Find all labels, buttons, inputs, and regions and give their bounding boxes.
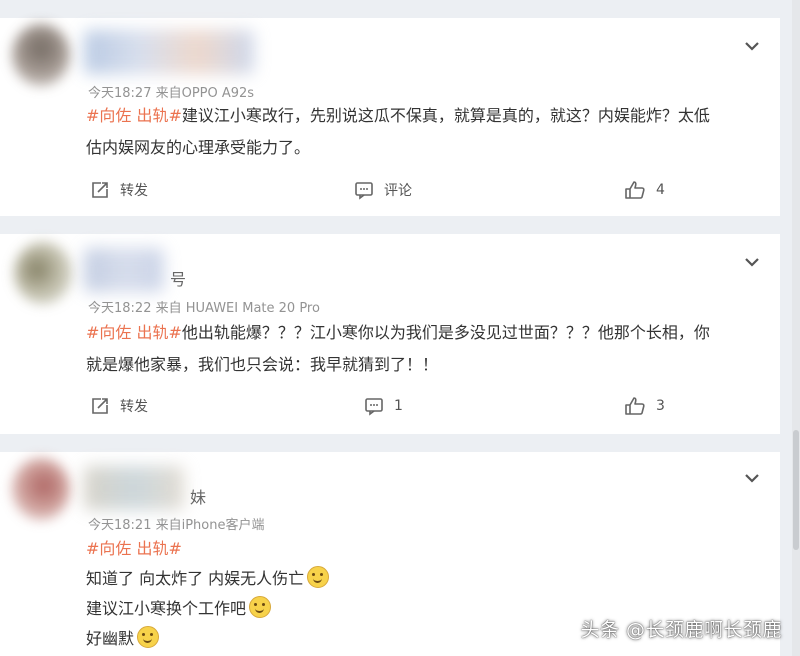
comment-text: #向佐 出轨#他出轨能爆？？？江小寒你以为我们是多没见过世面？？？他那个长相，你…: [86, 317, 756, 381]
comment-card: 今天18:27 来自OPPO A92s #向佐 出轨#建议江小寒改行，先别说这瓜…: [0, 18, 780, 216]
repost-label: 转发: [120, 183, 148, 199]
username-suffix: 妹: [190, 488, 207, 507]
chevron-down-icon[interactable]: [740, 466, 764, 490]
comment-meta: 今天18:27 来自OPPO A92s: [88, 86, 255, 101]
comment-line: 他出轨能爆？？？江小寒你以为我们是多没见过世面？？？他那个长相，你: [181, 323, 710, 342]
comment-line: 建议江小寒改行，先别说这瓜不保真，就算是真的，就这？内娱能炸？太低: [181, 106, 710, 125]
chevron-down-icon[interactable]: [740, 250, 764, 274]
repost-icon: [92, 398, 108, 414]
thumbs-up-icon: [625, 181, 645, 199]
smile-emoji-icon: [249, 596, 272, 618]
like-count: 3: [656, 398, 665, 414]
repost-button[interactable]: 转发: [90, 396, 148, 416]
comment-button[interactable]: 评论: [354, 180, 412, 200]
username-blurred[interactable]: [84, 248, 164, 292]
username-suffix: 号: [170, 270, 187, 289]
action-bar: 转发 评论 4: [86, 180, 676, 206]
scrollbar-thumb[interactable]: [793, 430, 799, 550]
like-count: 4: [656, 182, 665, 198]
like-button[interactable]: 3: [624, 396, 665, 416]
repost-label: 转发: [120, 399, 148, 415]
comment-line: 建议江小寒换个工作吧: [86, 599, 247, 618]
comment-card: 号 今天18:22 来自 HUAWEI Mate 20 Pro #向佐 出轨#他…: [0, 234, 780, 434]
chevron-down-icon[interactable]: [740, 34, 764, 58]
smile-emoji-icon: [137, 626, 160, 648]
page-scrollbar[interactable]: [792, 0, 800, 656]
avatar[interactable]: [12, 458, 70, 520]
action-bar: 转发 1 3: [86, 396, 676, 422]
comment-line: 就是爆他家暴，我们也只会说：我早就猜到了！！: [86, 355, 439, 374]
repost-button[interactable]: 转发: [90, 180, 148, 200]
comment-meta: 今天18:21 来自iPhone客户端: [88, 518, 265, 533]
comment-line: 知道了 向太炸了 内娱无人伤亡: [86, 569, 305, 588]
watermark: 头条 @长颈鹿啊长颈鹿: [580, 619, 782, 641]
username-blurred[interactable]: [84, 466, 184, 510]
comment-icon: [365, 398, 383, 416]
comment-label: 评论: [384, 183, 412, 199]
repost-icon: [92, 182, 108, 198]
smile-emoji-icon: [307, 566, 330, 588]
avatar[interactable]: [14, 242, 72, 304]
username-blurred[interactable]: [84, 30, 254, 74]
topic-tag[interactable]: #向佐 出轨#: [86, 539, 182, 558]
comment-meta: 今天18:22 来自 HUAWEI Mate 20 Pro: [88, 301, 320, 316]
comment-button[interactable]: 1: [364, 396, 403, 416]
comment-line: 估内娱网友的心理承受能力了。: [86, 138, 311, 157]
comment-count: 1: [394, 398, 403, 414]
comment-icon: [355, 182, 373, 200]
like-button[interactable]: 4: [624, 180, 665, 200]
thumbs-up-icon: [625, 397, 645, 415]
comment-line: 好幽默: [86, 629, 135, 648]
avatar[interactable]: [12, 24, 70, 86]
topic-tag[interactable]: #向佐 出轨#: [86, 106, 182, 125]
topic-tag[interactable]: #向佐 出轨#: [86, 323, 182, 342]
comment-text: #向佐 出轨#建议江小寒改行，先别说这瓜不保真，就算是真的，就这？内娱能炸？太低…: [86, 100, 756, 164]
